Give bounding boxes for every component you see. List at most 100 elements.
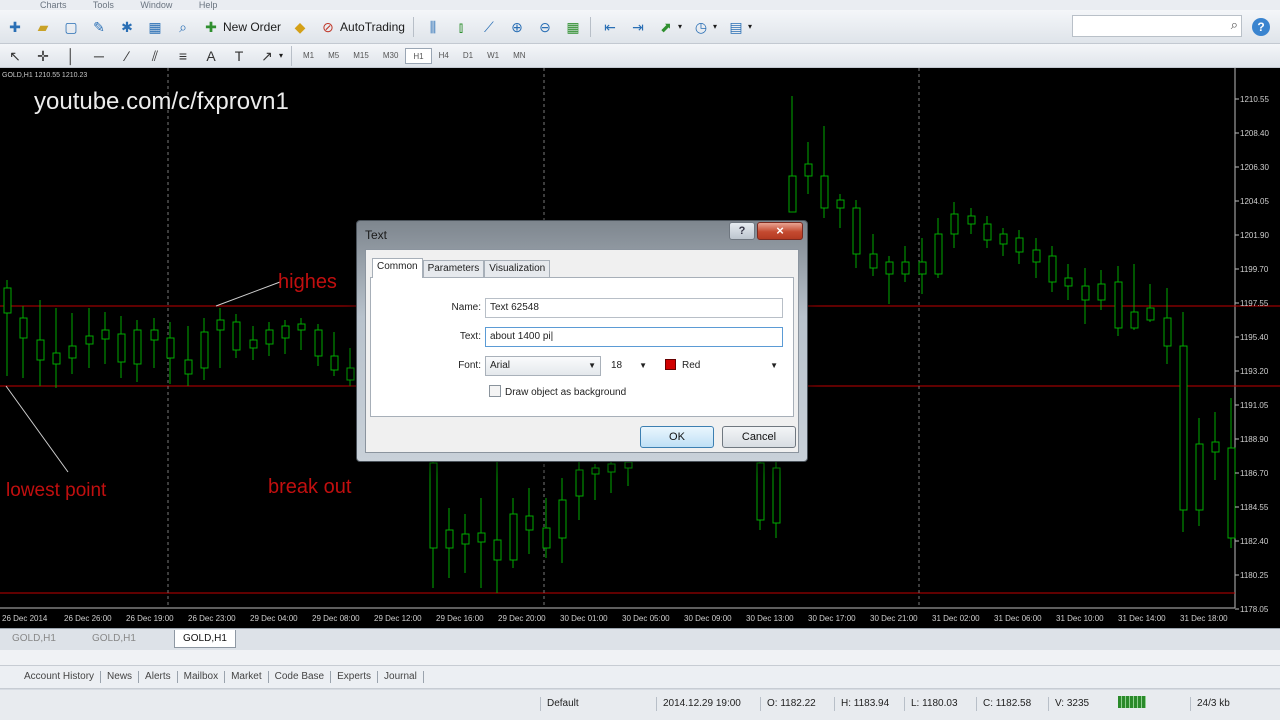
menu-tools[interactable]: Tools	[93, 0, 114, 10]
cancel-button[interactable]: Cancel	[722, 426, 796, 448]
timeframe-m5[interactable]: M5	[321, 48, 346, 64]
tab-experts[interactable]: Experts	[331, 671, 379, 683]
timeframe-h4[interactable]: H4	[432, 48, 456, 64]
candle-body-21	[346, 367, 355, 381]
chevron-down-icon: ▼	[588, 361, 596, 370]
chart-shift-button[interactable]: ⇥	[625, 16, 651, 38]
cursor-button[interactable]: ↖	[2, 45, 28, 67]
tab-journal[interactable]: Journal	[378, 671, 424, 683]
price-label-14: 1180.25	[1240, 571, 1269, 580]
horizontal-line-button[interactable]: ─	[86, 45, 112, 67]
tab-account-history[interactable]: Account History	[18, 671, 102, 683]
bar-chart-button[interactable]: ⫼	[420, 16, 446, 38]
trendline-icon: ∕	[125, 47, 129, 64]
font-select[interactable]: Arial ▼	[485, 356, 601, 376]
chart-tab-1[interactable]: GOLD,H1	[4, 630, 64, 648]
tab-news[interactable]: News	[101, 671, 140, 683]
ok-button[interactable]: OK	[640, 426, 714, 448]
timeframe-mn[interactable]: MN	[506, 48, 532, 64]
periods-button[interactable]: ◷ ▾	[688, 16, 721, 38]
draw-as-background-checkbox[interactable]: Draw object as background	[489, 385, 626, 398]
timeframe-m30[interactable]: M30	[376, 48, 406, 64]
vertical-line-button[interactable]: │	[58, 45, 84, 67]
zoom-out-icon: ⊖	[539, 18, 551, 35]
text-field[interactable]: about 1400 pi|	[485, 327, 783, 347]
price-label-15: 1178.05	[1240, 605, 1269, 614]
checkbox-box[interactable]	[489, 385, 501, 397]
candle-body-62	[1195, 443, 1204, 511]
help-button[interactable]: ?	[729, 222, 755, 240]
crosshair-button[interactable]: ✛	[30, 45, 56, 67]
menu-window[interactable]: Window	[140, 0, 172, 10]
new-order-button[interactable]: ✚ New Order	[198, 16, 285, 38]
terminal-button[interactable]: ▦	[142, 16, 168, 38]
color-select[interactable]: Red ▼	[660, 356, 783, 376]
profiles-button[interactable]: ▰	[30, 16, 56, 38]
chart-tab-2[interactable]: GOLD,H1	[84, 630, 144, 648]
font-size-select[interactable]: 18 ▼	[606, 356, 652, 376]
candle-body-38	[804, 163, 813, 177]
text-label-button[interactable]: T	[226, 45, 252, 67]
name-field[interactable]: Text 62548	[485, 298, 783, 318]
tab-mailbox[interactable]: Mailbox	[178, 671, 226, 683]
zoom-in-button[interactable]: ⊕	[504, 16, 530, 38]
drawing-toolbar: ↖ ✛ │ ─ ∕ ⫽ ≡ A T ↗ ▾ M1 M5 M15 M30 H1 H4…	[0, 44, 1280, 68]
fibo-button[interactable]: ≡	[170, 45, 196, 67]
zoom-out-button[interactable]: ⊖	[532, 16, 558, 38]
close-button[interactable]: ×	[757, 222, 803, 240]
candles-button[interactable]: ⫾	[448, 16, 474, 38]
tab-alerts[interactable]: Alerts	[139, 671, 178, 683]
candle-body-14	[232, 321, 241, 351]
time-label-18: 31 Dec 14:00	[1118, 614, 1166, 623]
autotrading-button[interactable]: ⊘ AutoTrading	[315, 16, 409, 38]
tab-code-base[interactable]: Code Base	[269, 671, 332, 683]
annotation-highest[interactable]: highes	[278, 271, 337, 294]
candle-body-30	[558, 499, 567, 539]
candle-body-39	[820, 175, 829, 209]
indicators-button[interactable]: ⬈ ▾	[653, 16, 686, 38]
time-label-2: 26 Dec 19:00	[126, 614, 174, 623]
tester-button[interactable]: ⌕	[170, 16, 196, 38]
candle-body-10	[166, 337, 175, 359]
timeframe-m15[interactable]: M15	[346, 48, 376, 64]
search-input[interactable]: ⌕	[1072, 15, 1242, 37]
autoscroll-button[interactable]: ⇤	[597, 16, 623, 38]
candle-body-45	[918, 261, 927, 275]
chart-tab-active[interactable]: GOLD,H1	[174, 630, 236, 648]
splitter[interactable]	[0, 650, 1280, 665]
text-button[interactable]: A	[198, 45, 224, 67]
new-chart-button[interactable]: ✚	[2, 16, 28, 38]
market-watch-button[interactable]: ▢	[58, 16, 84, 38]
line-chart-button[interactable]: ⟋	[476, 16, 502, 38]
annotation-break-out[interactable]: break out	[268, 476, 351, 499]
trendline-button[interactable]: ∕	[114, 45, 140, 67]
timeframe-w1[interactable]: W1	[480, 48, 506, 64]
metaeditor-button[interactable]: ◆	[287, 16, 313, 38]
timeframe-d1[interactable]: D1	[456, 48, 480, 64]
timeframe-m1[interactable]: M1	[296, 48, 321, 64]
navigator-button[interactable]: ✱	[114, 16, 140, 38]
menu-help[interactable]: Help	[199, 0, 218, 10]
tab-market[interactable]: Market	[225, 671, 269, 683]
dialog-tabs: Common Parameters Visualization	[372, 258, 551, 278]
tile-windows-button[interactable]: ▦	[560, 16, 586, 38]
candle-body-6	[101, 329, 110, 340]
text-icon: A	[206, 47, 216, 64]
annotation-lowest-point[interactable]: lowest point	[6, 480, 106, 502]
line-chart-icon: ⟋	[484, 18, 494, 35]
chevron-down-icon: ▾	[712, 22, 717, 31]
menu-charts[interactable]: Charts	[40, 0, 67, 10]
tab-common[interactable]: Common	[372, 258, 423, 278]
templates-button[interactable]: ▤ ▾	[723, 16, 756, 38]
timeframe-h1[interactable]: H1	[405, 47, 432, 64]
tab-parameters[interactable]: Parameters	[422, 260, 485, 278]
toolbar-separator	[291, 45, 293, 66]
tab-visualization[interactable]: Visualization	[484, 260, 551, 278]
grid-icon: ▦	[566, 18, 580, 35]
window-icon: ▢	[64, 18, 78, 35]
data-window-button[interactable]: ✎	[86, 16, 112, 38]
arrows-button[interactable]: ↗ ▾	[254, 45, 287, 67]
time-label-1: 26 Dec 26:00	[64, 614, 112, 623]
help-icon[interactable]: ?	[1252, 18, 1270, 36]
channel-button[interactable]: ⫽	[142, 45, 168, 67]
